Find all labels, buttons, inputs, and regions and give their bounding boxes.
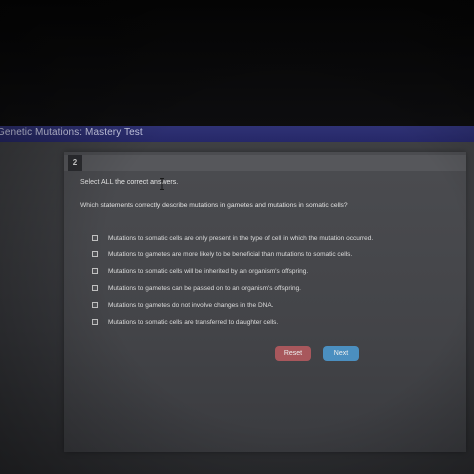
text-cursor-icon xyxy=(160,178,164,190)
answer-checkbox[interactable] xyxy=(92,235,98,241)
title-bar: Genetic Mutations: Mastery Test xyxy=(0,126,474,143)
question-text: Which statements correctly describe muta… xyxy=(80,202,348,209)
answer-label: Mutations to somatic cells are transferr… xyxy=(108,318,279,326)
answer-label: Mutations to gametes do not involve chan… xyxy=(108,301,274,309)
answer-option[interactable]: Mutations to somatic cells are only pres… xyxy=(92,233,373,243)
answer-checkbox[interactable] xyxy=(92,251,98,257)
answer-checkbox[interactable] xyxy=(92,319,98,325)
answer-label: Mutations to somatic cells are only pres… xyxy=(108,234,374,242)
next-button[interactable]: Next xyxy=(323,346,359,361)
test-title: Genetic Mutations: Mastery Test xyxy=(0,127,143,138)
answer-label: Mutations to gametes are more likely to … xyxy=(108,250,353,258)
answer-label: Mutations to somatic cells will be inher… xyxy=(108,267,309,275)
reset-button[interactable]: Reset xyxy=(275,346,311,361)
answer-option[interactable]: Mutations to somatic cells are transferr… xyxy=(92,317,278,327)
question-number-bar xyxy=(64,155,466,171)
answer-checkbox[interactable] xyxy=(92,268,98,274)
question-number: 2 xyxy=(68,155,82,171)
answer-checkbox[interactable] xyxy=(92,302,98,308)
answer-label: Mutations to gametes can be passed on to… xyxy=(108,284,301,292)
answer-option[interactable]: Mutations to gametes do not involve chan… xyxy=(92,300,273,310)
answer-option[interactable]: Mutations to somatic cells will be inher… xyxy=(92,266,308,276)
answer-option[interactable]: Mutations to gametes are more likely to … xyxy=(92,249,352,259)
dark-background xyxy=(0,0,474,126)
answer-checkbox[interactable] xyxy=(92,285,98,291)
answer-option[interactable]: Mutations to gametes can be passed on to… xyxy=(92,283,301,293)
